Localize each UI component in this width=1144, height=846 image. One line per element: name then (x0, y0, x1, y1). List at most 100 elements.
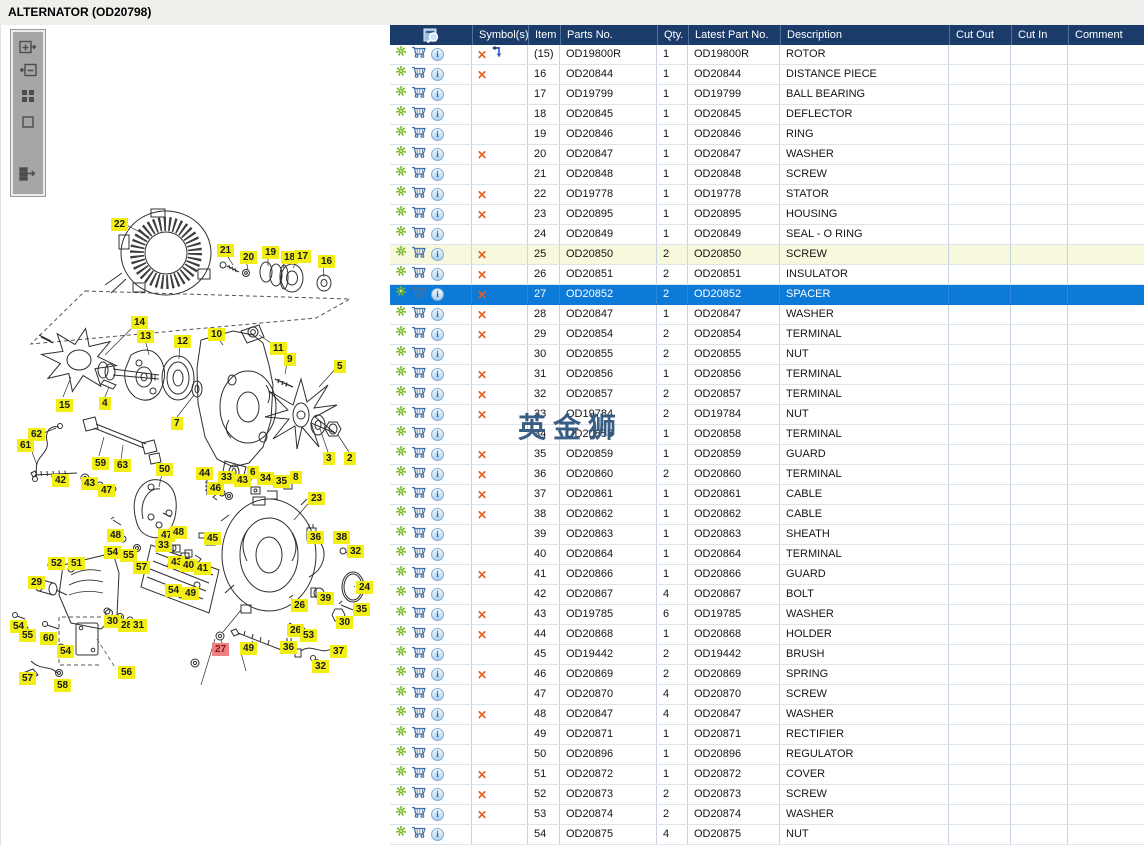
zoom-out-button[interactable] (18, 61, 38, 78)
part-label-57[interactable]: 57 (19, 672, 37, 685)
info-icon[interactable]: i (431, 228, 444, 241)
info-icon[interactable]: i (431, 48, 444, 61)
settings-gear-icon[interactable] (395, 125, 407, 144)
settings-gear-icon[interactable] (395, 625, 407, 644)
add-to-cart-icon[interactable] (411, 585, 427, 604)
settings-gear-icon[interactable] (395, 385, 407, 404)
send-to-list-button[interactable] (18, 165, 38, 182)
part-label-30[interactable]: 30 (336, 616, 354, 629)
table-row[interactable]: i 18 OD20845 1 OD20845 DEFLECTOR (390, 105, 1144, 125)
part-label-13[interactable]: 13 (137, 330, 155, 343)
table-row[interactable]: i ✕ 52 OD20873 2 OD20873 SCREW (390, 785, 1144, 805)
info-icon[interactable]: i (431, 108, 444, 121)
info-icon[interactable]: i (431, 388, 444, 401)
table-row[interactable]: i 19 OD20846 1 OD20846 RING (390, 125, 1144, 145)
settings-gear-icon[interactable] (395, 725, 407, 744)
settings-gear-icon[interactable] (395, 445, 407, 464)
part-label-22[interactable]: 22 (111, 218, 129, 231)
part-label-14[interactable]: 14 (131, 316, 149, 329)
info-icon[interactable]: i (431, 208, 444, 221)
settings-gear-icon[interactable] (395, 585, 407, 604)
part-label-55[interactable]: 55 (19, 629, 37, 642)
info-icon[interactable]: i (431, 808, 444, 821)
table-row[interactable]: i ✕ 37 OD20861 1 OD20861 CABLE (390, 485, 1144, 505)
table-row[interactable]: i ✕ 46 OD20869 2 OD20869 SPRING (390, 665, 1144, 685)
part-label-5[interactable]: 5 (334, 360, 346, 373)
part-label-43[interactable]: 43 (81, 477, 99, 490)
column-header-parts-no[interactable]: Parts No. (560, 25, 657, 45)
part-label-19[interactable]: 19 (262, 246, 280, 259)
part-label-44[interactable]: 44 (196, 467, 214, 480)
zoom-in-button[interactable] (18, 38, 38, 55)
settings-gear-icon[interactable] (395, 545, 407, 564)
settings-gear-icon[interactable] (395, 705, 407, 724)
part-label-49[interactable]: 49 (240, 642, 258, 655)
add-to-cart-icon[interactable] (411, 505, 427, 524)
part-label-49[interactable]: 49 (182, 587, 200, 600)
table-row[interactable]: i 42 OD20867 4 OD20867 BOLT (390, 585, 1144, 605)
part-label-60[interactable]: 60 (40, 632, 58, 645)
info-icon[interactable]: i (431, 288, 444, 301)
part-label-51[interactable]: 51 (68, 557, 86, 570)
table-row[interactable]: i 21 OD20848 1 OD20848 SCREW (390, 165, 1144, 185)
column-header-qty[interactable]: Qty. (657, 25, 688, 45)
part-label-29[interactable]: 29 (28, 576, 46, 589)
settings-gear-icon[interactable] (395, 185, 407, 204)
settings-gear-icon[interactable] (395, 825, 407, 844)
add-to-cart-icon[interactable] (411, 345, 427, 364)
column-header-symbols[interactable]: Symbol(s) (472, 25, 528, 45)
add-to-cart-icon[interactable] (411, 525, 427, 544)
part-label-48[interactable]: 48 (170, 526, 188, 539)
settings-gear-icon[interactable] (395, 205, 407, 224)
table-row[interactable]: i ✕ 20 OD20847 1 OD20847 WASHER (390, 145, 1144, 165)
table-row[interactable]: i 47 OD20870 4 OD20870 SCREW (390, 685, 1144, 705)
settings-gear-icon[interactable] (395, 105, 407, 124)
table-row[interactable]: i ✕ 51 OD20872 1 OD20872 COVER (390, 765, 1144, 785)
part-label-15[interactable]: 15 (56, 399, 74, 412)
settings-gear-icon[interactable] (395, 65, 407, 84)
part-label-10[interactable]: 10 (208, 328, 226, 341)
add-to-cart-icon[interactable] (411, 805, 427, 824)
part-label-23[interactable]: 23 (308, 492, 326, 505)
add-to-cart-icon[interactable] (411, 625, 427, 644)
table-row[interactable]: i 24 OD20849 1 OD20849 SEAL - O RING (390, 225, 1144, 245)
add-to-cart-icon[interactable] (411, 325, 427, 344)
table-row[interactable]: i ✕ 44 OD20868 1 OD20868 HOLDER (390, 625, 1144, 645)
part-label-50[interactable]: 50 (156, 463, 174, 476)
add-to-cart-icon[interactable] (411, 765, 427, 784)
part-label-12[interactable]: 12 (174, 335, 192, 348)
table-row[interactable]: i 49 OD20871 1 OD20871 RECTIFIER (390, 725, 1144, 745)
part-label-33[interactable]: 33 (155, 539, 173, 552)
column-header-cut-in[interactable]: Cut In (1011, 25, 1068, 45)
column-header-comment[interactable]: Comment (1068, 25, 1144, 45)
part-label-4[interactable]: 4 (99, 397, 111, 410)
add-to-cart-icon[interactable] (411, 305, 427, 324)
table-row[interactable]: i ✕ 23 OD20895 1 OD20895 HOUSING (390, 205, 1144, 225)
add-to-cart-icon[interactable] (411, 285, 427, 304)
part-label-45[interactable]: 45 (204, 532, 222, 545)
add-to-cart-icon[interactable] (411, 605, 427, 624)
part-label-38[interactable]: 38 (333, 531, 351, 544)
settings-gear-icon[interactable] (395, 225, 407, 244)
settings-gear-icon[interactable] (395, 485, 407, 504)
add-to-cart-icon[interactable] (411, 425, 427, 444)
part-label-42[interactable]: 42 (52, 474, 70, 487)
info-icon[interactable]: i (431, 668, 444, 681)
part-label-59[interactable]: 59 (92, 457, 110, 470)
part-label-54[interactable]: 54 (57, 645, 75, 658)
table-row[interactable]: i ✕ 29 OD20854 2 OD20854 TERMINAL (390, 325, 1144, 345)
part-label-2[interactable]: 2 (344, 452, 356, 465)
part-label-27[interactable]: 27 (212, 643, 230, 656)
add-to-cart-icon[interactable] (411, 645, 427, 664)
part-label-35[interactable]: 35 (273, 475, 291, 488)
settings-gear-icon[interactable] (395, 465, 407, 484)
part-label-61[interactable]: 61 (17, 439, 35, 452)
table-row[interactable]: i ✕ 35 OD20859 1 OD20859 GUARD (390, 445, 1144, 465)
column-header-latest[interactable]: Latest Part No. (688, 25, 780, 45)
info-icon[interactable]: i (431, 308, 444, 321)
info-icon[interactable]: i (431, 368, 444, 381)
part-label-48[interactable]: 48 (107, 529, 125, 542)
add-to-cart-icon[interactable] (411, 465, 427, 484)
info-icon[interactable]: i (431, 648, 444, 661)
info-icon[interactable]: i (431, 248, 444, 261)
